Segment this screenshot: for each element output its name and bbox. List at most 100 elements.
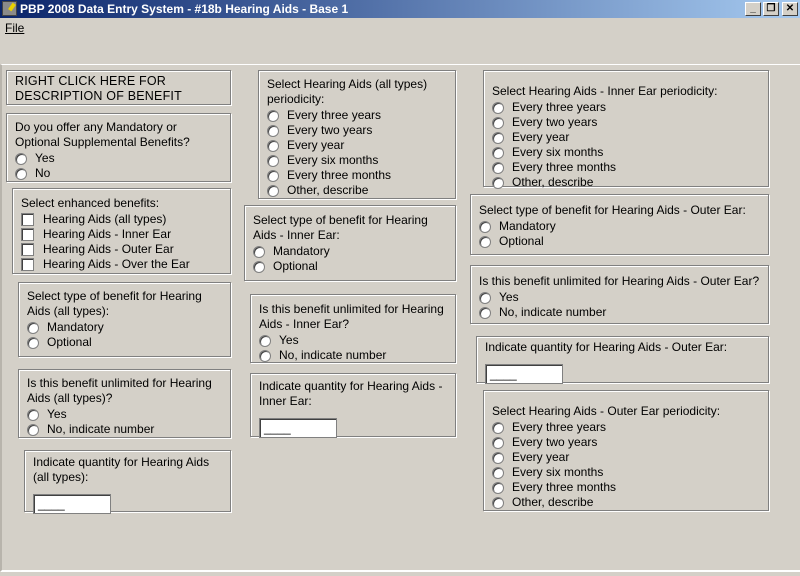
radio-button[interactable] — [492, 421, 504, 434]
radio-button[interactable] — [492, 116, 504, 129]
radio-button[interactable] — [267, 109, 279, 122]
radio-button[interactable] — [492, 496, 504, 509]
radio-button[interactable] — [492, 436, 504, 449]
checkbox[interactable] — [21, 213, 34, 226]
radio-button[interactable] — [15, 167, 27, 180]
enhanced-benefits-label: Select enhanced benefits: — [21, 196, 160, 210]
checkbox[interactable] — [21, 228, 34, 241]
checkbox[interactable] — [21, 243, 34, 256]
radio-button[interactable] — [492, 146, 504, 159]
option-label: Every two years — [512, 115, 598, 129]
type-inner-option-optional[interactable]: Optional — [253, 259, 447, 274]
radio-button[interactable] — [267, 169, 279, 182]
radio-button[interactable] — [253, 245, 265, 258]
unlimited-outer-option-no-indicate-number[interactable]: No, indicate number — [479, 305, 760, 320]
radio-button[interactable] — [259, 349, 271, 362]
periodicity-outer-option-other-describe[interactable]: Other, describe — [492, 495, 760, 510]
radio-button[interactable] — [492, 466, 504, 479]
periodicity-inner-label: Select Hearing Aids - Inner Ear periodic… — [492, 84, 718, 98]
periodicity-outer-option-every-three-years[interactable]: Every three years — [492, 420, 760, 435]
periodicity-outer-option-every-three-months[interactable]: Every three months — [492, 480, 760, 495]
option-label: Hearing Aids - Outer Ear — [43, 242, 174, 256]
unlimited-all-option-no-indicate-number[interactable]: No, indicate number — [27, 422, 222, 437]
enhanced-benefits-option-hearing-aids-over-the-ear[interactable]: Hearing Aids - Over the Ear — [21, 257, 222, 272]
periodicity-inner-option-every-six-months[interactable]: Every six months — [492, 145, 760, 160]
type-inner-option-mandatory[interactable]: Mandatory — [253, 244, 447, 259]
unlimited-all-option-yes[interactable]: Yes — [27, 407, 222, 422]
periodicity-outer-option-every-year[interactable]: Every year — [492, 450, 760, 465]
option-label: Optional — [47, 335, 92, 349]
checkbox[interactable] — [21, 258, 34, 271]
type-all-option-optional[interactable]: Optional — [27, 335, 222, 350]
periodicity-all-option-every-three-years[interactable]: Every three years — [267, 108, 447, 123]
radio-button[interactable] — [27, 336, 39, 349]
quantity-inner-panel: Indicate quantity for Hearing Aids - Inn… — [250, 373, 456, 438]
radio-button[interactable] — [492, 176, 504, 189]
radio-button[interactable] — [267, 154, 279, 167]
radio-button[interactable] — [479, 235, 491, 248]
periodicity-inner-option-every-three-years[interactable]: Every three years — [492, 100, 760, 115]
minimize-button[interactable]: _ — [745, 2, 761, 16]
enhanced-benefits-option-hearing-aids-inner-ear[interactable]: Hearing Aids - Inner Ear — [21, 227, 222, 242]
menu-file[interactable]: File — [5, 21, 24, 35]
quantity-outer-panel: Indicate quantity for Hearing Aids - Out… — [476, 336, 769, 384]
periodicity-all-option-other-describe[interactable]: Other, describe — [267, 183, 447, 198]
radio-button[interactable] — [267, 184, 279, 197]
periodicity-inner-option-every-three-months[interactable]: Every three months — [492, 160, 760, 175]
option-label: Optional — [499, 234, 544, 248]
radio-button[interactable] — [479, 291, 491, 304]
offer-benefits-label: Do you offer any Mandatory or Optional S… — [15, 120, 190, 149]
unlimited-outer-option-yes[interactable]: Yes — [479, 290, 760, 305]
quantity-inner-input[interactable]: ____ — [259, 418, 337, 438]
periodicity-all-option-every-two-years[interactable]: Every two years — [267, 123, 447, 138]
type-inner-label: Select type of benefit for Hearing Aids … — [253, 213, 428, 242]
radio-button[interactable] — [492, 451, 504, 464]
radio-button[interactable] — [15, 152, 27, 165]
enhanced-benefits-option-hearing-aids-outer-ear[interactable]: Hearing Aids - Outer Ear — [21, 242, 222, 257]
quantity-inner-label: Indicate quantity for Hearing Aids - Inn… — [259, 379, 443, 408]
radio-button[interactable] — [259, 334, 271, 347]
radio-button[interactable] — [27, 408, 39, 421]
type-outer-panel: Select type of benefit for Hearing Aids … — [470, 194, 769, 255]
enhanced-benefits-option-hearing-aids-all-types[interactable]: Hearing Aids (all types) — [21, 212, 222, 227]
offer-benefits-option-yes[interactable]: Yes — [15, 151, 222, 166]
periodicity-inner-option-every-year[interactable]: Every year — [492, 130, 760, 145]
periodicity-inner-option-every-two-years[interactable]: Every two years — [492, 115, 760, 130]
type-outer-option-optional[interactable]: Optional — [479, 234, 760, 249]
periodicity-outer-option-every-two-years[interactable]: Every two years — [492, 435, 760, 450]
periodicity-inner-option-other-describe[interactable]: Other, describe — [492, 175, 760, 190]
close-button[interactable]: ✕ — [782, 2, 798, 16]
periodicity-all-option-every-year[interactable]: Every year — [267, 138, 447, 153]
radio-button[interactable] — [27, 321, 39, 334]
radio-button[interactable] — [492, 101, 504, 114]
unlimited-all-panel: Is this benefit unlimited for Hearing Ai… — [18, 369, 231, 438]
option-label: Yes — [279, 333, 299, 347]
radio-button[interactable] — [479, 220, 491, 233]
type-outer-option-mandatory[interactable]: Mandatory — [479, 219, 760, 234]
quantity-outer-input[interactable]: ____ — [485, 364, 563, 384]
quantity-all-label: Indicate quantity for Hearing Aids (all … — [33, 455, 210, 484]
radio-button[interactable] — [492, 481, 504, 494]
radio-button[interactable] — [267, 124, 279, 137]
radio-button[interactable] — [492, 161, 504, 174]
periodicity-all-option-every-six-months[interactable]: Every six months — [267, 153, 447, 168]
radio-button[interactable] — [253, 260, 265, 273]
radio-button[interactable] — [492, 131, 504, 144]
periodicity-outer-option-every-six-months[interactable]: Every six months — [492, 465, 760, 480]
description-panel[interactable]: RIGHT CLICK HERE FOR DESCRIPTION OF BENE… — [6, 70, 231, 105]
option-label: Every two years — [512, 435, 598, 449]
option-label: No, indicate number — [279, 348, 387, 362]
radio-button[interactable] — [479, 306, 491, 319]
unlimited-inner-option-yes[interactable]: Yes — [259, 333, 447, 348]
type-all-option-mandatory[interactable]: Mandatory — [27, 320, 222, 335]
radio-button[interactable] — [27, 423, 39, 436]
option-label: Hearing Aids (all types) — [43, 212, 167, 226]
unlimited-inner-option-no-indicate-number[interactable]: No, indicate number — [259, 348, 447, 363]
periodicity-all-option-every-three-months[interactable]: Every three months — [267, 168, 447, 183]
quantity-outer-label: Indicate quantity for Hearing Aids - Out… — [485, 340, 728, 354]
offer-benefits-option-no[interactable]: No — [15, 166, 222, 181]
restore-button[interactable]: ❐ — [763, 2, 779, 16]
periodicity-outer-label: Select Hearing Aids - Outer Ear periodic… — [492, 404, 721, 418]
quantity-all-input[interactable]: ____ — [33, 494, 111, 514]
radio-button[interactable] — [267, 139, 279, 152]
